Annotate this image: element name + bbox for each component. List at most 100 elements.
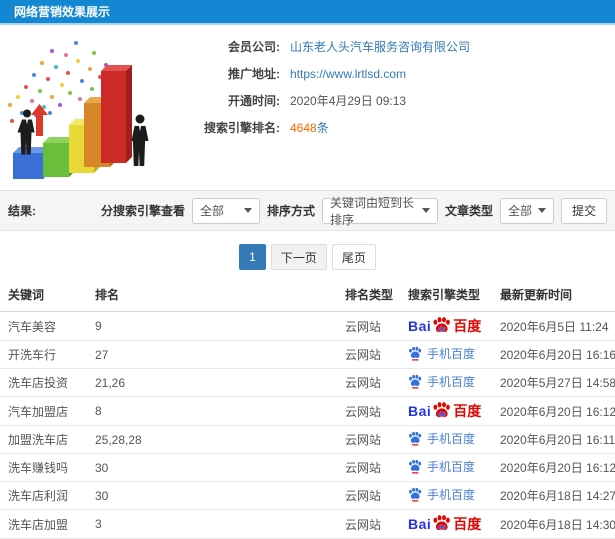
updated-time-cell: 2020年5月27日 14:58 [500,368,615,397]
updated-time-cell: 2020年6月20日 16:11 [500,425,615,454]
chart-bar-blue [13,153,43,179]
engine-type-cell: Bai du 百度 [408,340,500,369]
table-row: 开洗车行 27 云网站 Bai du 百度 [0,340,615,369]
updated-time-cell: 2020年6月20日 16:12 [500,396,615,426]
table-row: 加盟洗车店 25,28,28 云网站 Bai du 百度 [0,425,615,454]
keyword-cell: 加盟洗车店 [0,425,95,454]
baidu-logo-cn-text: 百度 [453,403,482,419]
rank-cell[interactable]: 21,26 [95,368,345,397]
header-rank-type: 排名类型 [345,282,408,312]
app-header: 网络营销效果展示 [0,0,615,25]
info-row-rank-count: 搜索引擎排名: 4648条 [188,118,470,137]
info-row-company: 会员公司: 山东老人头汽车服务咨询有限公司 [188,37,470,56]
baidu-logo-bai-text: Bai [408,516,432,532]
table-row: 汽车加盟店 8 云网站 Bai du 百度 2020年6月20日 16:12 [0,396,615,426]
table-row: 洗车赚钱吗 30 云网站 Bai du 百度 [0,453,615,482]
results-table-body: 汽车美容 9 云网站 Bai du 百度 2020年6月5日 11:24 开洗车… [0,311,615,539]
engine-rank-value: 4648条 [290,119,329,136]
rank-unit: 条 [316,121,329,135]
engine-type-cell: Bai du 百度 [408,368,500,397]
header-keyword: 关键词 [0,282,95,312]
rank-type-cell: 云网站 [345,481,408,510]
rank-type-cell: 云网站 [345,425,408,454]
page-1-button[interactable]: 1 [239,244,266,270]
engine-type-cell: Bai du 百度 [408,453,500,482]
opened-time-label: 开通时间: [228,94,280,108]
keyword-cell: 开洗车行 [0,340,95,369]
promotion-url-label: 推广地址: [228,67,280,81]
submit-button[interactable]: 提交 [560,197,607,224]
engine-type-cell: Bai du 百度 [408,481,500,510]
mobile-baidu-label: 手机百度 [427,375,476,389]
rank-type-cell: 云网站 [345,368,408,397]
mobile-baidu-logo: 手机百度 [408,458,475,475]
confetti-dots-decoration [4,33,8,37]
rank-cell[interactable]: 30 [95,453,345,482]
businessman-figure-left [17,109,35,155]
last-page-button[interactable]: 尾页 [331,244,376,270]
engine-filter-select[interactable]: 全部 [191,197,260,224]
baidu-logo-bai-text: Bai [408,318,432,334]
baidu-logo: Bai du 百度 [408,401,481,421]
keyword-cell: 洗车店投资 [0,368,95,397]
keyword-cell: 洗车店加盟 [0,509,95,539]
caret-down-icon [537,208,546,213]
header-engine-type: 搜索引擎类型 [408,282,500,312]
baidu-logo-cn-text: 百度 [453,318,482,334]
updated-time-cell: 2020年6月20日 16:12 [500,453,615,482]
baidu-logo-bai-text: Bai [408,403,432,419]
updated-time-cell: 2020年6月18日 14:27 [500,481,615,510]
baidu-logo: Bai du 百度 [408,316,481,336]
updated-time-cell: 2020年6月20日 16:16 [500,340,615,369]
info-row-url: 推广地址: https://www.lrtlsd.com [188,64,470,83]
company-label: 会员公司: [228,40,280,54]
keyword-cell: 洗车赚钱吗 [0,453,95,482]
engine-rank-label: 搜索引擎排名: [204,121,280,135]
article-type-value: 全部 [507,204,532,218]
rank-cell[interactable]: 9 [95,311,345,341]
rank-cell[interactable]: 3 [95,509,345,539]
mobile-baidu-logo: 手机百度 [408,345,475,362]
account-info-section: 会员公司: 山东老人头汽车服务咨询有限公司 推广地址: https://www.… [0,25,615,190]
rank-type-cell: 云网站 [345,509,408,539]
keyword-cell: 汽车美容 [0,311,95,341]
article-type-select[interactable]: 全部 [499,197,554,224]
company-link[interactable]: 山东老人头汽车服务咨询有限公司 [290,38,470,55]
baidu-logo-cn-text: 百度 [453,516,482,532]
table-row: 洗车店加盟 3 云网站 Bai du 百度 2020年6月18日 14:30 [0,509,615,539]
mobile-baidu-label: 手机百度 [427,432,476,446]
engine-type-cell: Bai du 百度 [408,509,500,539]
baidu-paw-icon: du [432,401,451,419]
chart-bar-red [101,71,126,163]
caret-down-icon [421,208,430,213]
rank-cell[interactable]: 30 [95,481,345,510]
engine-type-cell: Bai du 百度 [408,311,500,341]
sort-label: 排序方式 [266,204,315,218]
sort-select[interactable]: 关键词由短到长排序 [321,196,438,227]
baidu-paw-icon: du [432,514,451,532]
mobile-baidu-label: 手机百度 [427,347,476,361]
mobile-baidu-label: 手机百度 [427,488,476,502]
account-info-list: 会员公司: 山东老人头汽车服务咨询有限公司 推广地址: https://www.… [188,25,470,190]
mobile-baidu-paw-icon [408,431,422,446]
updated-time-cell: 2020年6月5日 11:24 [500,311,615,341]
engine-filter-label: 分搜索引擎查看 [100,204,185,218]
table-row: 汽车美容 9 云网站 Bai du 百度 2020年6月5日 11:24 [0,311,615,341]
promotion-url-link[interactable]: https://www.lrtlsd.com [290,67,406,81]
rank-cell[interactable]: 8 [95,396,345,426]
info-row-opened: 开通时间: 2020年4月29日 09:13 [188,91,470,110]
chart-bar-green [43,143,69,177]
rank-cell[interactable]: 27 [95,340,345,369]
rank-cell[interactable]: 25,28,28 [95,425,345,454]
filter-controls: 分搜索引擎查看 全部 排序方式 关键词由短到长排序 文章类型 全部 提交 [100,196,607,227]
pagination: 1 下一页 尾页 [0,231,615,282]
next-page-button[interactable]: 下一页 [270,244,327,270]
header-rank: 排名 [95,282,345,312]
table-row: 洗车店利润 30 云网站 Bai du 百度 [0,481,615,510]
rank-type-cell: 云网站 [345,340,408,369]
mobile-baidu-paw-icon [408,487,422,502]
mobile-baidu-logo: 手机百度 [408,373,475,390]
businessman-figure-right [131,114,149,166]
engine-filter-value: 全部 [199,204,224,218]
results-table: 关键词 排名 排名类型 搜索引擎类型 最新更新时间 汽车美容 9 云网站 Bai [0,282,615,539]
